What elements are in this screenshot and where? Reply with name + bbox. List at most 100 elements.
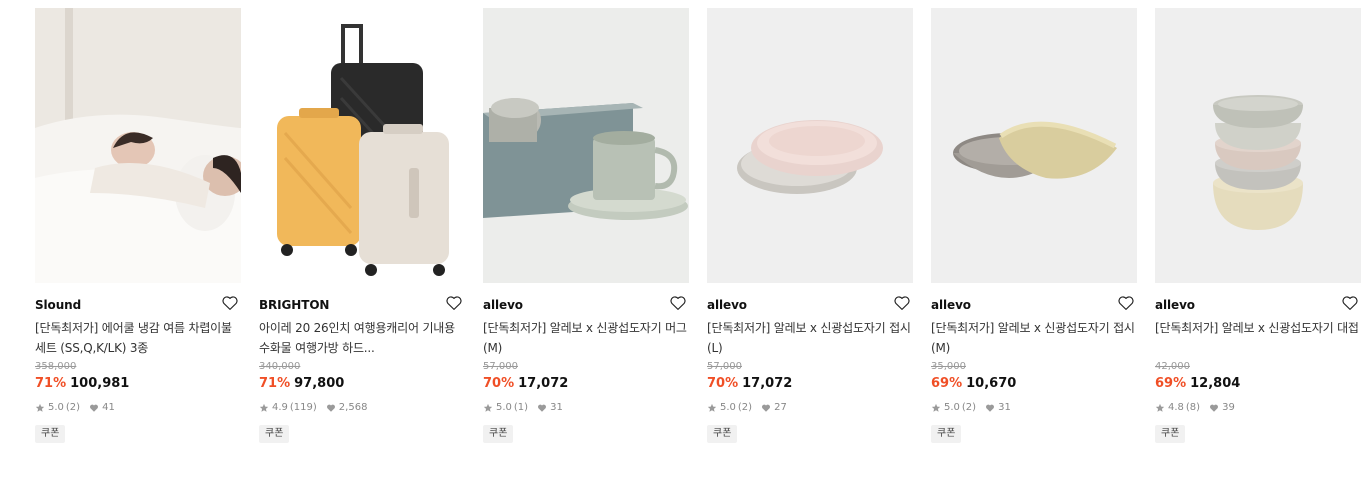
- original-price: 340,000: [259, 361, 301, 372]
- original-price: 358,000: [35, 361, 77, 372]
- product-title[interactable]: 아이레 20 26인치 여행용캐리어 기내용 수화물 여행가방 하드...: [259, 319, 465, 358]
- coupon-badge: 쿠폰: [259, 425, 290, 443]
- coupon-badge: 쿠폰: [931, 425, 962, 443]
- original-price: 57,000: [483, 361, 518, 372]
- star-icon: [1155, 403, 1165, 412]
- heart-icon[interactable]: [445, 294, 463, 312]
- product-card[interactable]: Slound [단독최저가] 에어쿨 냉감 여름 차렵이불 세트 (SS,Q,K…: [35, 8, 241, 443]
- discount-rate: 69%: [1155, 376, 1187, 391]
- review-count: (2): [961, 402, 977, 413]
- heart-icon[interactable]: [669, 294, 687, 312]
- product-title[interactable]: [단독최저가] 에어쿨 냉감 여름 차렵이불 세트 (SS,Q,K/LK) 3종: [35, 319, 241, 358]
- product-image[interactable]: [1155, 8, 1361, 283]
- brand-name[interactable]: allevo: [931, 297, 1137, 313]
- product-row: Slound [단독최저가] 에어쿨 냉감 여름 차렵이불 세트 (SS,Q,K…: [0, 0, 1371, 483]
- brand-name[interactable]: allevo: [1155, 297, 1361, 313]
- star-icon: [35, 403, 45, 412]
- review-stats: 4.9 (119) 2,568: [259, 401, 465, 415]
- plate-photo-icon: [707, 8, 913, 283]
- heart-icon[interactable]: [221, 294, 239, 312]
- like-count: 31: [550, 402, 563, 413]
- product-image[interactable]: [35, 8, 241, 283]
- product-image[interactable]: [707, 8, 913, 283]
- product-card[interactable]: BRIGHTON 아이레 20 26인치 여행용캐리어 기내용 수화물 여행가방…: [259, 8, 465, 443]
- product-image[interactable]: [259, 8, 465, 283]
- mug-photo-icon: [483, 8, 689, 283]
- rating-value: 5.0: [48, 402, 64, 413]
- suitcase-photo-icon: [259, 8, 465, 283]
- heart-icon[interactable]: [893, 294, 911, 312]
- heart-filled-icon: [986, 404, 995, 412]
- sale-price: 97,800: [294, 376, 345, 391]
- review-stats: 5.0 (1) 31: [483, 401, 689, 415]
- product-card[interactable]: allevo [단독최저가] 알레보 x 신광섭도자기 머그(M) 57,000…: [483, 8, 689, 443]
- rating-value: 5.0: [944, 402, 960, 413]
- heart-icon[interactable]: [1117, 294, 1135, 312]
- sale-price: 12,804: [1190, 376, 1241, 391]
- product-title[interactable]: [단독최저가] 알레보 x 신광섭도자기 접시(L): [707, 319, 913, 358]
- review-count: (2): [65, 402, 81, 413]
- discount-rate: 71%: [259, 376, 291, 391]
- discount-rate: 70%: [707, 376, 739, 391]
- product-title[interactable]: [단독최저가] 알레보 x 신광섭도자기 머그(M): [483, 319, 689, 358]
- sale-price: 17,072: [742, 376, 793, 391]
- review-count: (119): [289, 402, 317, 413]
- coupon-badge: 쿠폰: [35, 425, 66, 443]
- product-image[interactable]: [483, 8, 689, 283]
- heart-filled-icon: [762, 404, 771, 412]
- coupon-badge: 쿠폰: [1155, 425, 1186, 443]
- sale-price: 10,670: [966, 376, 1017, 391]
- original-price: 35,000: [931, 361, 966, 372]
- rating-value: 4.9: [272, 402, 288, 413]
- price-line: 70% 17,072: [483, 375, 689, 393]
- heart-filled-icon: [1210, 404, 1219, 412]
- heart-filled-icon: [538, 404, 547, 412]
- review-count: (8): [1185, 402, 1201, 413]
- brand-name[interactable]: allevo: [707, 297, 913, 313]
- like-count: 39: [1222, 402, 1235, 413]
- product-card[interactable]: allevo [단독최저가] 알레보 x 신광섭도자기 접시(M) 35,000…: [931, 8, 1137, 443]
- star-icon: [259, 403, 269, 412]
- review-count: (2): [737, 402, 753, 413]
- like-count: 2,568: [338, 402, 368, 413]
- product-title[interactable]: [단독최저가] 알레보 x 신광섭도자기 대접: [1155, 319, 1361, 358]
- product-card[interactable]: allevo [단독최저가] 알레보 x 신광섭도자기 접시(L) 57,000…: [707, 8, 913, 443]
- original-price: 57,000: [707, 361, 742, 372]
- price-line: 71% 100,981: [35, 375, 241, 393]
- star-icon: [707, 403, 717, 412]
- price-line: 71% 97,800: [259, 375, 465, 393]
- like-count: 31: [998, 402, 1011, 413]
- discount-rate: 71%: [35, 376, 67, 391]
- heart-filled-icon: [326, 404, 335, 412]
- rating-value: 5.0: [720, 402, 736, 413]
- bowl-stack-photo-icon: [1155, 8, 1361, 283]
- price-line: 70% 17,072: [707, 375, 913, 393]
- review-count: (1): [513, 402, 529, 413]
- brand-name[interactable]: Slound: [35, 297, 241, 313]
- review-stats: 5.0 (2) 31: [931, 401, 1137, 415]
- brand-name[interactable]: BRIGHTON: [259, 297, 465, 313]
- product-image[interactable]: [931, 8, 1137, 283]
- rating-value: 4.8: [1168, 402, 1184, 413]
- heart-icon[interactable]: [1341, 294, 1359, 312]
- sale-price: 100,981: [70, 376, 130, 391]
- brand-name[interactable]: allevo: [483, 297, 689, 313]
- rating-value: 5.0: [496, 402, 512, 413]
- price-line: 69% 10,670: [931, 375, 1137, 393]
- star-icon: [931, 403, 941, 412]
- discount-rate: 69%: [931, 376, 963, 391]
- star-icon: [483, 403, 493, 412]
- bedding-photo-icon: [35, 8, 241, 283]
- like-count: 41: [102, 402, 115, 413]
- heart-filled-icon: [90, 404, 99, 412]
- original-price: 42,000: [1155, 361, 1190, 372]
- review-stats: 5.0 (2) 27: [707, 401, 913, 415]
- like-count: 27: [774, 402, 787, 413]
- price-line: 69% 12,804: [1155, 375, 1361, 393]
- review-stats: 4.8 (8) 39: [1155, 401, 1361, 415]
- review-stats: 5.0 (2) 41: [35, 401, 241, 415]
- discount-rate: 70%: [483, 376, 515, 391]
- product-card[interactable]: allevo [단독최저가] 알레보 x 신광섭도자기 대접 42,000 69…: [1155, 8, 1361, 443]
- dish-photo-icon: [931, 8, 1137, 283]
- product-title[interactable]: [단독최저가] 알레보 x 신광섭도자기 접시(M): [931, 319, 1137, 358]
